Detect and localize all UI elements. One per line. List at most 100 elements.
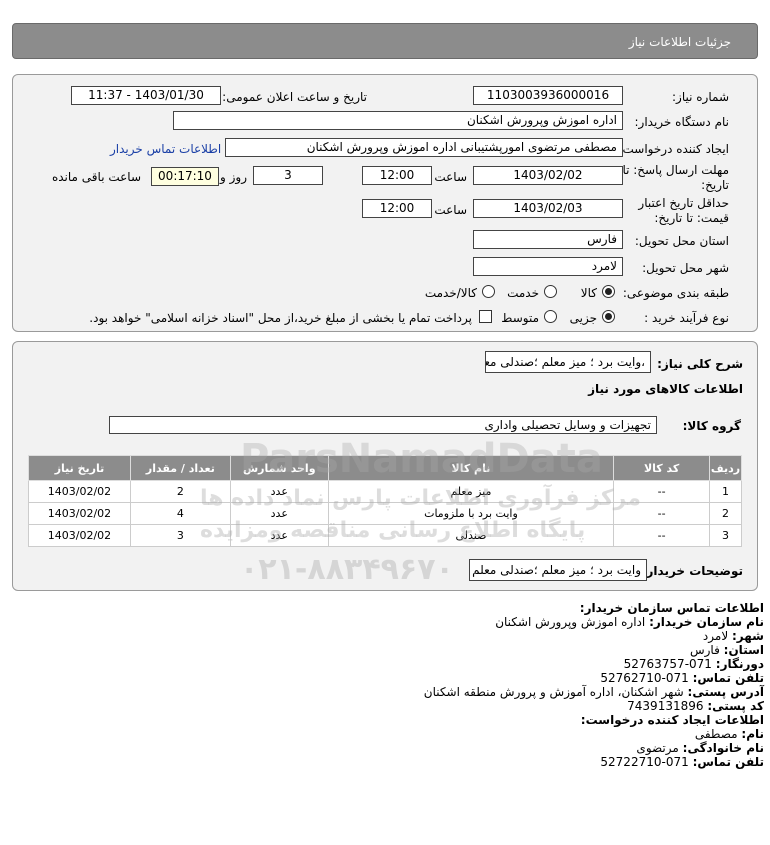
page-header: جزئیات اطلاعات نیاز [12,23,758,59]
contact-postal-label: کد پستی: [707,699,764,713]
cell-name: وایت برد با ملزومات [327,502,615,525]
contact-phone-label: تلفن تماس: [692,671,764,685]
col-code: کد کالا [613,455,711,481]
description-field[interactable]: ،وایت برد ؛ میز معلم ؛صندلی معلم [485,351,651,373]
contact-title: اطلاعات تماس سازمان خریدار: [579,601,764,615]
buyer-notes-field[interactable]: وایت برد ؛ میز معلم ؛صندلی معلم [469,559,647,581]
col-row: ردیف [709,455,742,481]
creator-first-name-row: نام: مصطفی [695,727,764,741]
category-radio-service[interactable] [544,285,557,298]
validity-label-2: قیمت: تا تاریخ: [654,211,729,225]
contact-address-row: آدرس پستی: شهر اشکنان، اداره آموزش و پرو… [424,685,764,699]
contact-phone: 071-52762710 [600,671,689,685]
need-info-panel: شماره نیاز: 1103003936000016 تاریخ و ساع… [12,74,758,332]
creator-last-name-label: نام خانوادگی: [682,741,764,755]
need-number-label: شماره نیاز: [672,90,729,104]
process-radio-medium[interactable] [544,310,557,323]
page-title: جزئیات اطلاعات نیاز [628,35,731,49]
creator-first-name-label: نام: [741,727,764,741]
category-service-label: خدمت [507,286,539,300]
contact-address: شهر اشکنان، اداره آموزش و پرورش منطقه اش… [423,685,684,699]
cell-date: 1403/02/02 [28,480,131,503]
table-header-row: ردیف کد کالا نام کالا واحد شمارش تعداد /… [28,455,742,481]
contact-city: لامرد [702,629,729,643]
validity-time-label: ساعت [434,203,467,217]
category-radio-goods[interactable] [602,285,615,298]
description-label: شرح کلی نیاز: [657,357,743,371]
group-label: گروه کالا: [682,419,741,433]
table-row[interactable]: 3 -- صندلی عدد 3 1403/02/02 [28,524,742,547]
creator-first-name: مصطفی [694,727,738,741]
cell-unit: عدد [229,502,329,525]
province-field[interactable]: فارس [473,230,623,249]
table-row[interactable]: 2 -- وایت برد با ملزومات عدد 4 1403/02/0… [28,502,742,525]
cell-qty: 3 [129,524,231,547]
contact-address-label: آدرس پستی: [687,685,764,699]
group-field[interactable]: تجهیزات و وسایل تحصیلی واداری [109,416,657,434]
cell-date: 1403/02/02 [28,524,131,547]
col-name: نام کالا [327,455,615,481]
category-goods-label: کالا [580,286,597,300]
contact-org-row: نام سازمان خریدار: اداره اموزش وپرورش اش… [495,615,764,629]
process-minor-label: جزیی [569,311,597,325]
treasury-checkbox[interactable] [479,310,492,323]
cell-unit: عدد [229,524,329,547]
validity-date-field[interactable]: 1403/02/03 [473,199,623,218]
need-number-field[interactable]: 1103003936000016 [473,86,623,105]
validity-label: حداقل تاریخ اعتبار [638,196,729,210]
buyer-contact-link[interactable]: اطلاعات تماس خریدار [110,142,221,156]
contact-org-label: نام سازمان خریدار: [649,615,764,629]
goods-info-title: اطلاعات کالاهای مورد نیاز [588,382,743,396]
cell-qty: 4 [129,502,231,525]
creator-phone-label: تلفن تماس: [692,755,764,769]
announce-label: تاریخ و ساعت اعلان عمومی: [222,90,367,104]
process-medium-label: متوسط [501,311,539,325]
cell-unit: عدد [229,480,329,503]
days-field[interactable]: 3 [253,166,323,185]
remaining-time-field: 00:17:10 [151,167,219,186]
cell-code: -- [613,502,711,525]
cell-row: 1 [709,480,742,503]
category-goods-service-label: کالا/خدمت [424,286,477,300]
payment-note: پرداخت تمام یا بخشی از مبلغ خرید،از محل … [89,311,472,325]
creator-phone-row: تلفن تماس: 071-52722710 [600,755,764,769]
creator-last-name-row: نام خانوادگی: مرتضوی [636,741,764,755]
items-table: ردیف کد کالا نام کالا واحد شمارش تعداد /… [28,455,742,547]
creator-phone: 071-52722710 [600,755,689,769]
cell-date: 1403/02/02 [28,502,131,525]
category-radio-goods-service[interactable] [482,285,495,298]
creator-field[interactable]: مصطفی مرتضوی امورپشتیبانی اداره اموزش وپ… [225,138,623,157]
contact-fax-label: دورنگار: [715,657,764,671]
contact-fax: 071-52763757 [623,657,712,671]
contact-org: اداره اموزش وپرورش اشکنان [495,615,646,629]
table-row[interactable]: 1 -- میز معلم عدد 2 1403/02/02 [28,480,742,503]
deadline-date-field[interactable]: 1403/02/02 [473,166,623,185]
deadline-label: مهلت ارسال پاسخ: تا [622,163,729,177]
category-label: طبقه بندی موضوعی: [622,286,729,300]
col-date: تاریخ نیاز [28,455,131,481]
col-qty: تعداد / مقدار [129,455,231,481]
validity-time-field[interactable]: 12:00 [362,199,432,218]
deadline-time-label: ساعت [434,170,467,184]
contact-postal: 7439131896 [627,699,704,713]
creator-title: اطلاعات ایجاد کننده درخواست: [580,713,764,727]
cell-name: میز معلم [327,480,615,503]
buyer-org-label: نام دستگاه خریدار: [634,115,730,129]
col-unit: واحد شمارش [229,455,329,481]
contact-city-label: شهر: [732,629,764,643]
buyer-org-field[interactable]: اداره اموزش وپرورش اشکنان [173,111,623,130]
process-radio-minor[interactable] [602,310,615,323]
cell-name: صندلی [327,524,615,547]
deadline-time-field[interactable]: 12:00 [362,166,432,185]
contact-phone-row: تلفن تماس: 071-52762710 [600,671,764,685]
city-label: شهر محل تحویل: [642,261,729,275]
announce-field[interactable]: 1403/01/30 - 11:37 [71,86,221,105]
city-field[interactable]: لامرد [473,257,623,276]
buyer-notes-label: توضیحات خریدار: [641,564,743,578]
deadline-label-2: تاریخ: [701,178,729,192]
contact-province-row: استان: فارس [690,643,764,657]
cell-qty: 2 [129,480,231,503]
creator-label: ایجاد کننده درخواست: [618,142,729,156]
creator-last-name: مرتضوی [636,741,679,755]
process-label: نوع فرآیند خرید : [644,311,729,325]
